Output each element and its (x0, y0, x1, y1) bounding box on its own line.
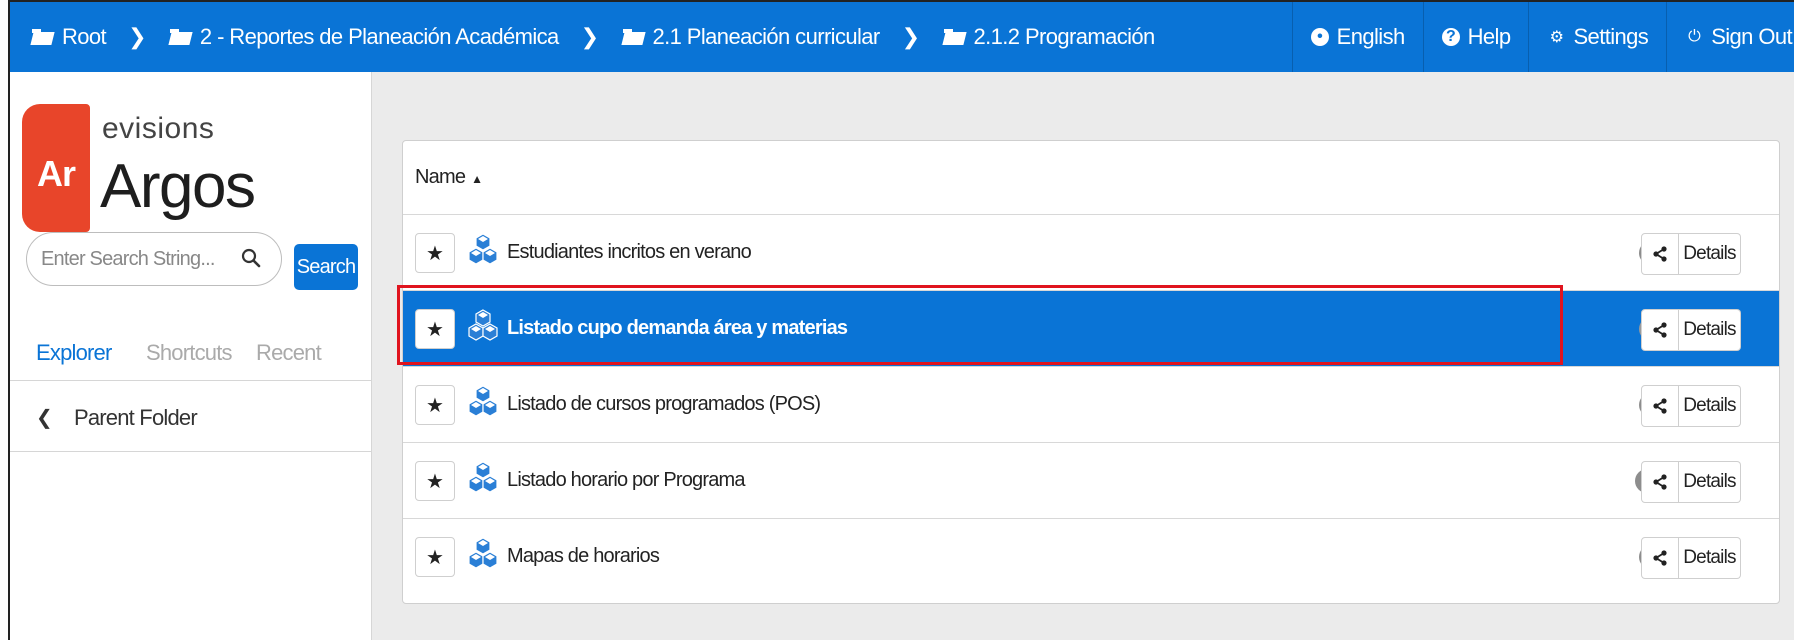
list-item[interactable]: ★ Listado de cursos programados (POS) 6 (403, 367, 1779, 443)
list-item-name: Listado de cursos programados (POS) (507, 393, 821, 415)
chevron-left-icon: ❮ (36, 407, 53, 429)
star-icon[interactable]: ★ (415, 385, 455, 425)
datablock-list: Name ▲ ★ Estudiantes incritos en verano … (402, 140, 1780, 604)
app-window: Root ❯ 2 - Reportes de Planeación Académ… (8, 0, 1794, 640)
list-item[interactable]: ★ Listado cupo demanda área y materias 2 (403, 291, 1779, 367)
cubes-icon (468, 537, 498, 569)
star-icon[interactable]: ★ (415, 461, 455, 501)
tab-recent[interactable]: Recent (256, 340, 322, 366)
breadcrumb-label: 2 - Reportes de Planeación Académica (199, 24, 559, 49)
breadcrumb-root[interactable]: Root (32, 24, 107, 50)
sidebar: Ar evisions Argos Search Explorer Shortc… (10, 72, 372, 640)
row-actions: Details (1641, 385, 1741, 427)
settings-button[interactable]: ⚙ Settings (1528, 2, 1666, 72)
star-icon[interactable]: ★ (415, 233, 455, 273)
column-header-name[interactable]: Name ▲ (403, 141, 1779, 215)
list-item[interactable]: ★ Estudiantes incritos en verano 2 (403, 215, 1779, 291)
breadcrumb-reportes[interactable]: 2 - Reportes de Planeación Académica (169, 24, 559, 50)
share-icon (1653, 550, 1667, 566)
breadcrumb-planeacion[interactable]: 2.1 Planeación curricular (622, 24, 881, 50)
row-actions: Details (1641, 233, 1741, 275)
breadcrumb: Root ❯ 2 - Reportes de Planeación Académ… (10, 24, 1155, 50)
star-icon[interactable]: ★ (415, 309, 455, 349)
help-label: Help (1467, 24, 1511, 49)
breadcrumb-label: 2.1.2 Programación (973, 24, 1156, 49)
share-icon (1653, 246, 1667, 262)
details-button[interactable]: Details (1679, 385, 1741, 427)
logo-brand: evisions (102, 112, 215, 145)
sign-out-button[interactable]: ⏻ Sign Out (1666, 2, 1794, 72)
list-item-name: Listado horario por Programa (507, 469, 746, 491)
share-button[interactable] (1641, 309, 1679, 351)
star-icon[interactable]: ★ (415, 537, 455, 577)
language-button[interactable]: • English (1291, 2, 1423, 72)
folder-icon (32, 29, 54, 45)
settings-label: Settings (1573, 24, 1649, 49)
share-button[interactable] (1641, 537, 1679, 579)
details-button[interactable]: Details (1679, 461, 1741, 503)
folder-icon (622, 29, 645, 45)
parent-folder-label: Parent Folder (73, 404, 198, 430)
top-nav: • English ? Help ⚙ Settings ⏻ Sign Out (1291, 2, 1794, 72)
row-actions: Details (1641, 309, 1741, 351)
search-button[interactable]: Search (294, 244, 358, 290)
breadcrumb-label: 2.1 Planeación curricular (652, 24, 881, 49)
tab-explorer[interactable]: Explorer (36, 340, 112, 366)
search-input[interactable] (41, 247, 231, 271)
details-button[interactable]: Details (1679, 537, 1741, 579)
list-item[interactable]: ★ Listado horario por Programa 10 (403, 443, 1779, 519)
details-button[interactable]: Details (1679, 309, 1741, 351)
details-button[interactable]: Details (1679, 233, 1741, 275)
folder-icon (169, 29, 192, 45)
share-button[interactable] (1641, 233, 1679, 275)
list-item-name: Listado cupo demanda área y materias (507, 317, 848, 339)
cubes-icon (468, 233, 498, 265)
list-item-name: Estudiantes incritos en verano (507, 241, 752, 263)
sort-ascending-icon: ▲ (471, 171, 483, 186)
globe-icon: • (1310, 28, 1329, 46)
share-button[interactable] (1641, 461, 1679, 503)
share-icon (1653, 398, 1667, 414)
sidebar-tabs: Explorer Shortcuts Recent (10, 340, 372, 381)
power-icon: ⏻ (1688, 28, 1701, 45)
chevron-right-icon: ❯ (128, 24, 146, 49)
cubes-icon (468, 309, 498, 341)
row-actions: Details (1641, 537, 1741, 579)
chevron-right-icon: ❯ (580, 24, 599, 49)
share-button[interactable] (1641, 385, 1679, 427)
logo-mark-text: Ar (36, 153, 76, 194)
column-header-label: Name (415, 166, 466, 188)
question-circle-icon: ? (1441, 28, 1460, 46)
share-icon (1653, 474, 1667, 490)
folder-icon (943, 29, 966, 45)
search-field (26, 232, 282, 286)
tab-shortcuts[interactable]: Shortcuts (146, 340, 233, 366)
share-icon (1653, 322, 1667, 338)
gear-icon: ⚙ (1549, 29, 1564, 46)
sign-out-label: Sign Out (1711, 24, 1792, 49)
list-item-name: Mapas de horarios (507, 545, 660, 567)
argos-logo-mark: Ar (22, 104, 90, 232)
search-icon[interactable] (241, 248, 261, 268)
tab-divider (10, 380, 372, 381)
list-item[interactable]: ★ Mapas de horarios 1 (403, 519, 1779, 595)
cubes-icon (468, 385, 498, 417)
list-body: ★ Estudiantes incritos en verano 2 (403, 215, 1779, 595)
language-label: English (1336, 24, 1406, 49)
help-button[interactable]: ? Help (1422, 2, 1529, 72)
chevron-right-icon: ❯ (901, 24, 920, 49)
top-bar: Root ❯ 2 - Reportes de Planeación Académ… (10, 2, 1794, 72)
cubes-icon (468, 461, 498, 493)
breadcrumb-label: Root (62, 24, 107, 49)
breadcrumb-programacion[interactable]: 2.1.2 Programación (943, 24, 1156, 50)
logo-product: Argos (100, 152, 256, 221)
parent-folder-link[interactable]: ❮ Parent Folder (10, 384, 372, 452)
row-actions: Details (1641, 461, 1741, 503)
